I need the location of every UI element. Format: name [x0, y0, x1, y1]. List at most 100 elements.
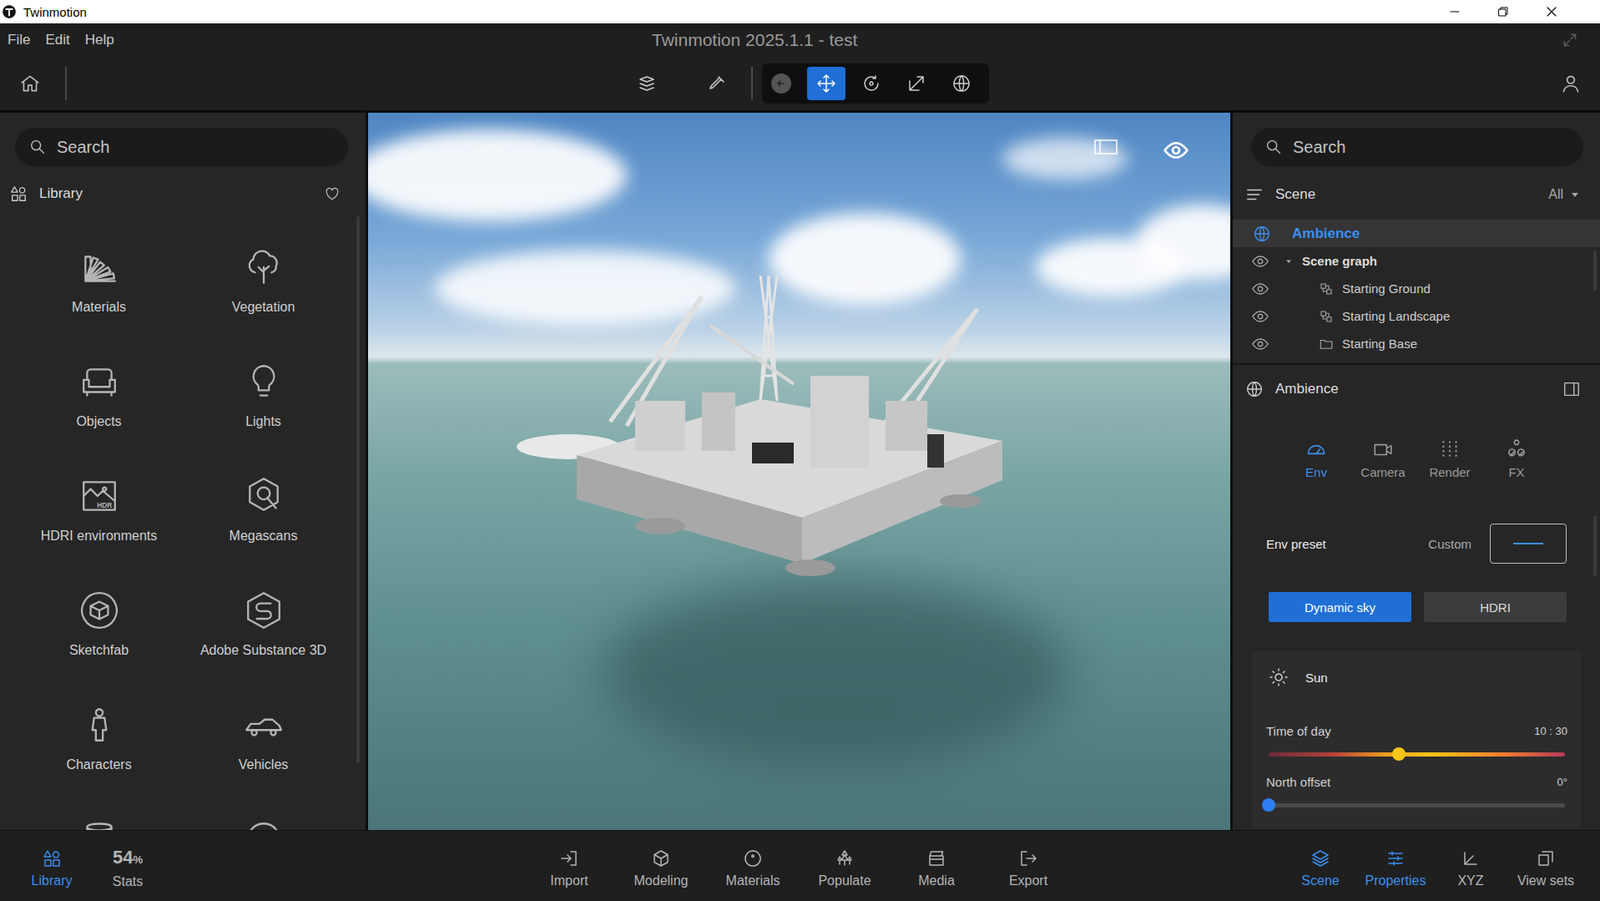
project-title: Twinmotion 2025.1.1 - test	[651, 30, 858, 51]
bottom-tab[interactable]: Materials	[706, 830, 799, 901]
library-item[interactable]: Materials	[16, 225, 182, 340]
transform-tool-button[interactable]	[897, 66, 936, 101]
library-item[interactable]: Adobe Substance 3D	[181, 568, 346, 683]
transform-tool-button[interactable]	[942, 66, 981, 101]
bottom-tab[interactable]: Media	[890, 830, 983, 901]
slider-track	[1268, 752, 1565, 757]
layers-icon	[1310, 847, 1331, 869]
gauge-icon	[1305, 438, 1328, 460]
library-item-label: Lights	[245, 413, 282, 430]
bottom-tab[interactable]: Properties	[1357, 830, 1434, 901]
tree-scrollbar[interactable]	[1593, 250, 1597, 291]
sky-mode-button[interactable]: HDRI	[1423, 591, 1567, 622]
scene-tree-item[interactable]: Ambience	[1232, 219, 1600, 248]
library-item[interactable]: Sketchfab	[16, 568, 182, 683]
tree-item-label: Scene graph	[1302, 253, 1378, 268]
library-grid: MaterialsVegetationObjects Lights HDRHDRI …	[16, 225, 366, 830]
svg-text:HDR: HDR	[96, 500, 112, 510]
slider-thumb[interactable]	[1261, 797, 1276, 812]
slider-thumb[interactable]	[1392, 747, 1406, 761]
menu-item[interactable]: Edit	[37, 28, 77, 52]
scene-tree-item[interactable]: Starting Landscape	[1232, 302, 1600, 330]
ambience-tab[interactable]: FX	[1483, 438, 1550, 480]
slider-reading: 10 : 30	[1534, 724, 1568, 737]
ambience-tab[interactable]: Env	[1282, 438, 1350, 480]
clapperboard-icon	[926, 847, 947, 869]
transform-tool-button[interactable]	[762, 66, 801, 101]
visibility-eye-icon[interactable]	[1251, 307, 1270, 326]
library-item[interactable]: Vehicles	[181, 682, 346, 798]
scene-filter-dropdown[interactable]: All	[1548, 186, 1582, 202]
properties-scrollbar[interactable]	[1593, 514, 1597, 576]
stats-button[interactable]: 54%Stats	[94, 830, 162, 901]
ambience-tab[interactable]: Camera	[1349, 438, 1417, 480]
library-scrollbar[interactable]	[356, 216, 360, 763]
bottom-tab[interactable]: Populate	[798, 830, 891, 901]
env-preset-picker[interactable]	[1489, 523, 1567, 564]
viewport[interactable]	[368, 112, 1231, 830]
panel-toggle-icon[interactable]	[1562, 379, 1581, 399]
library-item[interactable]	[181, 797, 346, 830]
twinmotion-logo-icon	[1, 4, 17, 20]
library-search[interactable]: Search	[15, 127, 349, 167]
home-icon[interactable]	[19, 72, 41, 95]
library-item[interactable]: Lights	[181, 339, 346, 455]
library-tab[interactable]: Library	[18, 830, 86, 901]
materials-icon	[78, 246, 121, 288]
bottom-label: Media	[918, 873, 955, 889]
bottom-label: Properties	[1365, 873, 1427, 889]
bottom-tab[interactable]: Import	[523, 830, 616, 901]
tool-button[interactable]	[628, 66, 666, 101]
library-item[interactable]: Characters	[16, 682, 182, 798]
twinmotion-window: TwinmotionFileEditHelpTwinmotion 2025.1.…	[0, 0, 1600, 901]
bottom-label: Populate	[817, 873, 871, 889]
library-item[interactable]: Vegetation	[181, 225, 346, 340]
library-item[interactable]: Objects	[16, 339, 182, 455]
scene-tree-item[interactable]: Starting Ground	[1232, 274, 1600, 303]
sky-mode-button[interactable]: Dynamic sky	[1268, 591, 1412, 622]
minimize-button[interactable]	[1430, 0, 1479, 24]
bottom-tab[interactable]: Modeling	[615, 830, 707, 901]
tree-item-label: Starting Base	[1342, 336, 1418, 351]
slider[interactable]	[1266, 747, 1568, 761]
library-item[interactable]	[16, 797, 182, 830]
character-icon	[78, 703, 121, 746]
menu-bar: FileEditHelp Twinmotion 2025.1.1 - test	[0, 23, 1600, 56]
eye-icon[interactable]	[1162, 136, 1190, 164]
menu-item[interactable]: Help	[77, 28, 122, 52]
bottom-label: XYZ	[1457, 873, 1484, 889]
library-item[interactable]: Megascans	[181, 454, 346, 569]
close-icon	[1545, 5, 1558, 18]
close-button[interactable]	[1527, 0, 1576, 24]
library-item[interactable]: HDRHDRI environments	[16, 454, 182, 569]
bottom-label: Materials	[726, 873, 781, 889]
scene-search[interactable]: Search	[1251, 127, 1584, 167]
bottom-tab[interactable]: XYZ	[1433, 830, 1509, 901]
tool-button[interactable]	[698, 66, 736, 101]
scene-tree-item[interactable]: Scene graph	[1232, 247, 1600, 275]
visibility-eye-icon[interactable]	[1251, 252, 1270, 271]
visibility-eye-icon[interactable]	[1251, 334, 1270, 354]
env-preset-label: Env preset	[1266, 536, 1327, 551]
heart-icon[interactable]	[323, 185, 341, 202]
visibility-eye-icon[interactable]	[1251, 279, 1270, 298]
oil-platform-model	[509, 275, 1028, 585]
bottom-tab[interactable]: Export	[982, 830, 1075, 901]
env-preset-value: Custom	[1428, 536, 1472, 551]
expand-caret-icon[interactable]	[1283, 256, 1294, 267]
user-icon[interactable]	[1559, 72, 1582, 95]
transform-tool-button[interactable]	[807, 66, 846, 101]
fullscreen-icon[interactable]	[1561, 31, 1579, 49]
sun-title: Sun	[1305, 670, 1328, 685]
scene-tree-item[interactable]: Starting Base	[1232, 329, 1600, 358]
bottom-tab[interactable]: View sets	[1508, 830, 1584, 901]
minimize-icon	[1448, 5, 1461, 18]
menu-item[interactable]: File	[0, 28, 38, 52]
bottom-tab[interactable]: Scene	[1282, 830, 1358, 901]
transform-tool-button[interactable]	[852, 66, 891, 101]
water-shadow	[601, 580, 1070, 764]
restore-button[interactable]	[1478, 0, 1528, 24]
ambience-tab[interactable]: Render	[1416, 438, 1484, 480]
slider[interactable]	[1266, 797, 1568, 812]
panel-toggle-icon[interactable]	[1092, 137, 1120, 157]
